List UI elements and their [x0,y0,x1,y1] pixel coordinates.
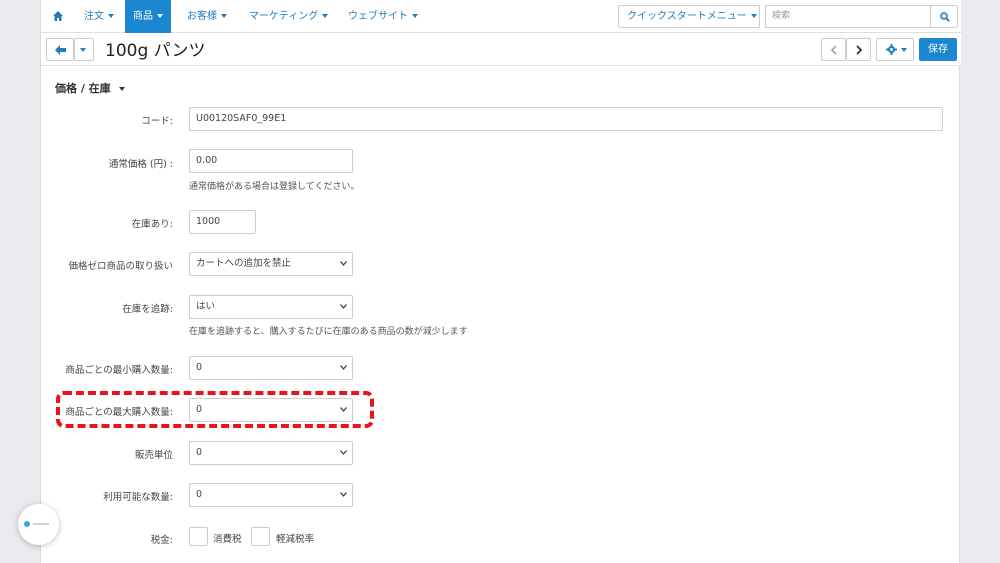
min-qty-select[interactable]: 0 [189,356,353,380]
prev-product-button[interactable] [821,38,846,61]
chevron-down-icon [340,304,347,309]
chevron-right-icon [856,45,863,55]
taxes-label: 税金: [150,535,173,546]
qty-step-select[interactable]: 0 [189,441,353,465]
widget-logo-icon [24,521,49,527]
track-inventory-select[interactable]: はい [189,295,353,319]
gear-icon [886,44,897,55]
nav-customers[interactable]: お客様 [179,0,235,33]
zero-price-value: カートへの追加を禁止 [196,258,292,269]
search-input[interactable]: 検索 [765,5,930,28]
search-button[interactable] [930,5,958,28]
chevron-down-icon [221,14,227,18]
top-navbar: 注文 商品 お客様 マーケティング ウェブサイト クイックスタートメニュー 検索 [41,0,961,33]
chevron-down-icon [157,14,163,18]
min-qty-value: 0 [196,362,203,373]
highlight-annotation [56,391,374,428]
toolbar: 100g パンツ 保存 [41,33,961,66]
nav-orders-label: 注文 [84,11,104,22]
track-inventory-value: はい [196,301,216,312]
tax-consumption-checkbox[interactable] [189,527,208,546]
code-label: コード: [141,116,173,127]
chevron-down-icon [118,87,125,91]
chevron-left-icon [830,45,837,55]
chevron-down-icon [412,14,418,18]
next-product-button[interactable] [846,38,871,61]
search-icon [940,12,950,22]
chevron-down-icon [901,48,907,52]
arrow-left-icon [55,45,66,55]
page: 注文 商品 お客様 マーケティング ウェブサイト クイックスタートメニュー 検索… [40,0,961,563]
tax-reduced-label: 軽減税率 [276,534,315,545]
qty-step-value: 0 [196,447,203,458]
nav-orders[interactable]: 注文 [76,0,122,33]
save-button[interactable]: 保存 [919,38,957,61]
list-qty-label: 利用可能な数量: [103,492,173,503]
section-toggle-price-stock[interactable]: 価格 / 在庫 [55,80,125,96]
track-inventory-help: 在庫を追跡すると、購入するたびに在庫のある商品の数が減少します [189,327,468,337]
settings-dropdown-button[interactable] [876,38,914,61]
chevron-down-icon [340,492,347,497]
nav-marketing-label: マーケティング [249,11,319,22]
min-qty-label: 商品ごとの最小購入数量: [65,365,173,376]
nav-website-label: ウェブサイト [348,11,408,22]
chevron-down-icon [340,365,347,370]
list-qty-select[interactable]: 0 [189,483,353,507]
track-inventory-label: 在庫を追跡: [122,304,173,315]
nav-website[interactable]: ウェブサイト [340,0,426,33]
qty-step-label: 販売単位 [134,450,173,461]
chevron-down-icon [340,450,347,455]
code-input[interactable]: U00120SAF0_99E1 [189,107,943,131]
in-stock-label: 在庫あり: [131,219,173,230]
list-price-label: 通常価格 (円) : [108,159,173,170]
chevron-down-icon [750,14,757,18]
list-qty-value: 0 [196,489,203,500]
floating-widget-button[interactable] [18,504,59,545]
list-price-help: 通常価格がある場合は登録してください。 [189,182,360,192]
chevron-down-icon [80,48,86,52]
nav-customers-label: お客様 [187,11,217,22]
nav-products-label: 商品 [133,11,153,22]
back-button[interactable] [46,38,74,61]
tax-reduced-checkbox[interactable] [251,527,270,546]
list-price-input[interactable]: 0.00 [189,149,353,173]
quickstart-menu-button[interactable]: クイックスタートメニュー [618,5,760,28]
back-dropdown-button[interactable] [74,38,94,61]
nav-marketing[interactable]: マーケティング [241,0,336,33]
chevron-down-icon [340,261,347,266]
page-title: 100g パンツ [105,41,206,61]
nav-products[interactable]: 商品 [125,0,171,33]
zero-price-label: 価格ゼロ商品の取り扱い [68,261,173,272]
quickstart-label: クイックスタートメニュー [627,11,747,22]
in-stock-input[interactable]: 1000 [189,210,256,234]
tax-consumption-label: 消費税 [213,534,242,545]
zero-price-select[interactable]: カートへの追加を禁止 [189,252,353,276]
chevron-down-icon [322,14,329,18]
section-title: 価格 / 在庫 [55,82,111,95]
chevron-down-icon [108,14,114,18]
home-icon[interactable] [53,11,63,21]
